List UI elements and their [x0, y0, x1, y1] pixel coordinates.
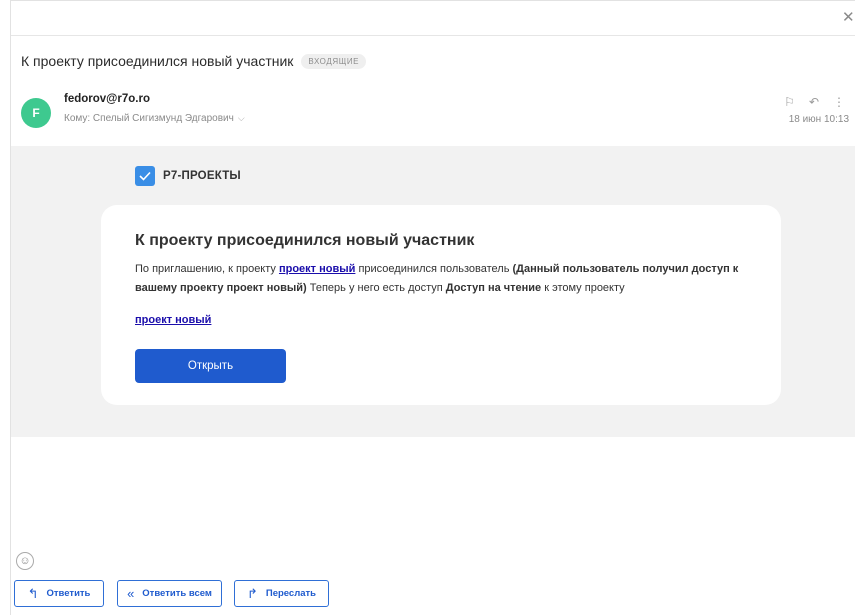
message-subject: К проекту присоединился новый участник	[21, 53, 294, 69]
text-part: По приглашению, к проекту	[135, 263, 279, 275]
check-icon	[135, 166, 155, 186]
smiley-icon[interactable]: ☺	[16, 552, 34, 570]
flag-icon[interactable]: ⚐	[784, 95, 795, 109]
reply-all-button[interactable]: « Ответить всем	[117, 580, 222, 607]
folder-badge[interactable]: ВХОДЯЩИЕ	[301, 53, 367, 69]
close-icon[interactable]: ✕	[842, 10, 855, 26]
message-date: 18 июн 10:13	[788, 114, 849, 125]
forward-button[interactable]: ↱ Переслать	[234, 580, 329, 607]
notification-card: К проекту присоединился новый участник П…	[101, 205, 781, 405]
text-part: Теперь у него есть доступ	[306, 282, 446, 294]
recipient-text: Кому: Спелый Сигизмунд Эдгарович	[64, 113, 234, 124]
brand-name: Р7-ПРОЕКТЫ	[163, 170, 241, 182]
mail-viewer: ✕ К проекту присоединился новый участник…	[10, 0, 855, 615]
subject-row: К проекту присоединился новый участник В…	[21, 53, 367, 69]
reply-all-label: Ответить всем	[142, 588, 212, 599]
reply-icon[interactable]: ↶	[809, 95, 819, 109]
open-button[interactable]: Открыть	[135, 349, 286, 383]
more-vertical-icon[interactable]: ⋮	[833, 95, 845, 109]
access-level: Доступ на чтение	[445, 282, 542, 294]
header-actions: ⚐ ↶ ⋮	[784, 95, 845, 109]
card-title: К проекту присоединился новый участник	[135, 232, 475, 249]
card-text: По приглашению, к проекту проект новый п…	[135, 260, 755, 298]
text-part: присоединился пользователь	[355, 263, 513, 275]
reply-all-icon: «	[127, 586, 135, 601]
project-link[interactable]: проект новый	[279, 263, 355, 275]
avatar: F	[21, 98, 51, 128]
reply-label: Ответить	[46, 588, 91, 599]
chevron-down-icon[interactable]: ⌵	[238, 113, 245, 124]
reply-button[interactable]: ↰ Ответить	[14, 580, 104, 607]
forward-icon: ↱	[246, 585, 258, 601]
forward-label: Переслать	[265, 588, 317, 599]
message-body: Р7-ПРОЕКТЫ К проекту присоединился новый…	[11, 146, 855, 437]
text-part: к этому проекту	[541, 282, 625, 294]
top-bar: ✕	[11, 1, 855, 36]
project-link-standalone[interactable]: проект новый	[135, 314, 211, 326]
recipient-line[interactable]: Кому: Спелый Сигизмунд Эдгарович ⌵	[64, 113, 245, 124]
brand-header: Р7-ПРОЕКТЫ	[135, 166, 241, 186]
reply-icon: ↰	[27, 585, 39, 601]
sender-address[interactable]: fedorov@r7o.ro	[64, 93, 150, 105]
